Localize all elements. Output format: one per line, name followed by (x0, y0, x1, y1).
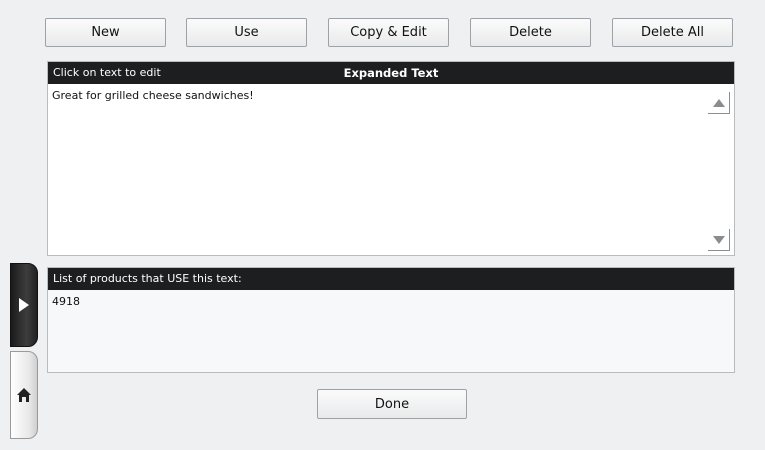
copy-edit-button[interactable]: Copy & Edit (328, 18, 449, 47)
products-list: 4918 (48, 290, 734, 313)
expanded-text-header: Click on text to edit Expanded Text (48, 62, 734, 84)
products-panel: List of products that USE this text: 491… (47, 267, 735, 373)
scroll-down-button[interactable] (708, 229, 730, 251)
triangle-up-icon (712, 98, 725, 107)
expand-side-tab[interactable] (10, 263, 38, 347)
home-icon (17, 388, 31, 402)
delete-button[interactable]: Delete (470, 18, 591, 47)
new-button[interactable]: New (45, 18, 166, 47)
done-button[interactable]: Done (317, 389, 467, 419)
expanded-text-area[interactable]: Great for grilled cheese sandwiches! (48, 84, 734, 255)
delete-all-button[interactable]: Delete All (612, 18, 733, 47)
use-button[interactable]: Use (186, 18, 307, 47)
expanded-text-panel: Click on text to edit Expanded Text Grea… (47, 61, 735, 256)
products-title: List of products that USE this text: (53, 272, 242, 285)
triangle-down-icon (712, 235, 725, 244)
scroll-up-button[interactable] (708, 92, 730, 114)
home-side-tab[interactable] (10, 351, 38, 439)
products-header: List of products that USE this text: (48, 268, 734, 290)
list-item[interactable]: 4918 (52, 295, 730, 308)
play-triangle-icon (19, 298, 29, 312)
expanded-text-content[interactable]: Great for grilled cheese sandwiches! (48, 84, 734, 107)
edit-hint-label: Click on text to edit (53, 66, 161, 79)
